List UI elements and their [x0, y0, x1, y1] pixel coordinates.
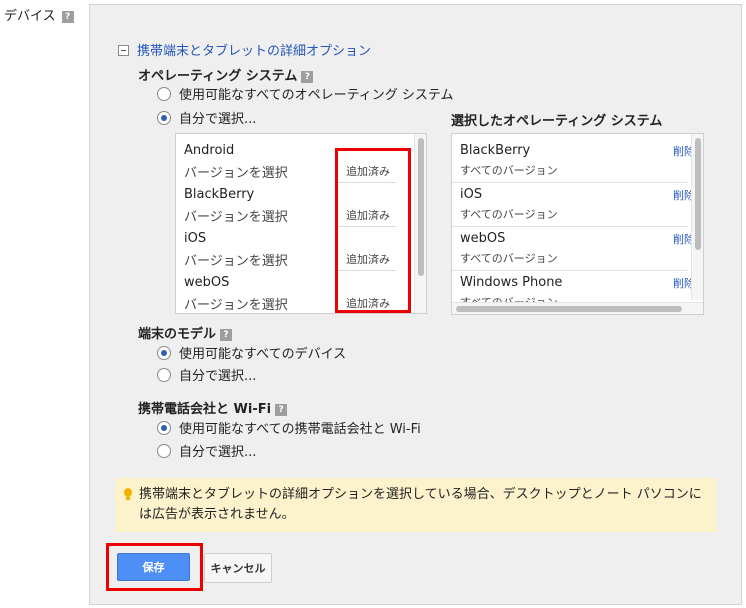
os-available-list: Android バージョンを選択 追加済み BlackBerry バージョンを選…	[175, 133, 427, 314]
os-name: BlackBerry	[184, 187, 255, 202]
help-icon[interactable]: ?	[275, 403, 288, 416]
os-name: iOS	[184, 231, 207, 246]
carrier-title: 携帯電話会社と Wi-Fi?	[138, 398, 288, 417]
selected-os-version: すべてのバージョン	[460, 252, 558, 265]
added-status: 追加済み	[346, 253, 390, 266]
os-version-select[interactable]: バージョンを選択	[184, 162, 288, 181]
carrier-radio-all[interactable]: 使用可能なすべての携帯電話会社と Wi-Fi	[157, 418, 421, 437]
added-status: 追加済み	[346, 297, 390, 310]
list-item: BlackBerry すべてのバージョン 削除	[452, 138, 695, 182]
help-icon[interactable]: ?	[301, 70, 314, 83]
device-label-text: デバイス	[4, 9, 56, 24]
os-name: Android	[184, 143, 235, 158]
selected-os-version: すべてのバージョン	[460, 164, 558, 177]
list-item[interactable]: webOS バージョンを選択 追加済み	[176, 270, 406, 313]
os-name: webOS	[184, 275, 230, 290]
collapse-icon[interactable]	[118, 45, 129, 56]
carrier-radio-custom[interactable]: 自分で選択...	[157, 441, 256, 460]
selected-os-hscrollbar[interactable]	[452, 302, 703, 314]
list-item[interactable]: Android バージョンを選択 追加済み	[176, 138, 406, 182]
device-radio-custom-label: 自分で選択...	[179, 369, 257, 384]
os-version-select[interactable]: バージョンを選択	[184, 294, 288, 313]
selected-os-name: iOS	[460, 187, 483, 202]
carrier-title-text: 携帯電話会社と Wi-Fi	[138, 402, 272, 417]
radio-carrier-all[interactable]	[157, 420, 171, 435]
device-radio-custom[interactable]: 自分で選択...	[157, 365, 256, 384]
scrollbar-thumb[interactable]	[456, 306, 682, 312]
os-section-title: オペレーティング システム?	[138, 65, 314, 84]
carrier-radio-custom-label: 自分で選択...	[179, 445, 257, 460]
os-radio-all[interactable]: 使用可能なすべてのオペレーティング システム	[157, 84, 454, 103]
selected-os-list: BlackBerry すべてのバージョン 削除 iOS すべてのバージョン 削除…	[451, 133, 704, 315]
help-icon[interactable]: ?	[61, 10, 74, 23]
os-list-scrollbar[interactable]	[414, 134, 426, 313]
cancel-button[interactable]: キャンセル	[204, 553, 272, 583]
help-icon[interactable]: ?	[220, 328, 233, 341]
list-item: webOS すべてのバージョン 削除	[452, 226, 695, 270]
radio-os-custom[interactable]	[157, 110, 171, 125]
os-radio-custom-label: 自分で選択...	[179, 112, 257, 127]
save-button[interactable]: 保存	[117, 553, 190, 581]
device-radio-all-label: 使用可能なすべてのデバイス	[179, 347, 347, 362]
added-status: 追加済み	[346, 209, 390, 222]
lightbulb-icon	[124, 488, 132, 502]
os-version-select[interactable]: バージョンを選択	[184, 206, 288, 225]
carrier-radio-all-label: 使用可能なすべての携帯電話会社と Wi-Fi	[179, 422, 421, 437]
list-item: iOS すべてのバージョン 削除	[452, 182, 695, 226]
device-radio-all[interactable]: 使用可能なすべてのデバイス	[157, 343, 346, 362]
radio-device-custom[interactable]	[157, 367, 171, 382]
advanced-options-panel: 携帯端末とタブレットの詳細オプション オペレーティング システム? 使用可能なす…	[89, 4, 742, 605]
radio-carrier-custom[interactable]	[157, 443, 171, 458]
notice-box: 携帯端末とタブレットの詳細オプションを選択している場合、デスクトップとノート パ…	[115, 478, 717, 532]
selected-os-version: すべてのバージョン	[460, 208, 558, 221]
advanced-options-header[interactable]: 携帯端末とタブレットの詳細オプション	[118, 40, 371, 59]
list-item[interactable]: BlackBerry バージョンを選択 追加済み	[176, 182, 406, 226]
scrollbar-thumb[interactable]	[695, 138, 701, 250]
radio-os-all[interactable]	[157, 86, 171, 101]
list-item[interactable]: iOS バージョンを選択 追加済み	[176, 226, 406, 270]
os-version-select[interactable]: バージョンを選択	[184, 250, 288, 269]
selected-os-name: webOS	[460, 231, 506, 246]
added-status: 追加済み	[346, 165, 390, 178]
radio-device-all[interactable]	[157, 345, 171, 360]
os-section-title-text: オペレーティング システム	[138, 69, 298, 84]
os-radio-custom[interactable]: 自分で選択...	[157, 108, 256, 127]
device-label: デバイス?	[4, 5, 74, 24]
scrollbar-thumb[interactable]	[418, 138, 424, 276]
device-model-title-text: 端末のモデル	[138, 327, 217, 342]
notice-text: 携帯端末とタブレットの詳細オプションを選択している場合、デスクトップとノート パ…	[139, 487, 702, 522]
selected-os-name: Windows Phone	[460, 275, 563, 290]
os-radio-all-label: 使用可能なすべてのオペレーティング システム	[179, 88, 454, 103]
selected-os-name: BlackBerry	[460, 143, 531, 158]
selected-os-title: 選択したオペレーティング システム	[451, 114, 663, 129]
selected-os-vscrollbar[interactable]	[691, 134, 703, 300]
advanced-options-title[interactable]: 携帯端末とタブレットの詳細オプション	[137, 44, 371, 59]
device-model-title: 端末のモデル?	[138, 323, 233, 342]
